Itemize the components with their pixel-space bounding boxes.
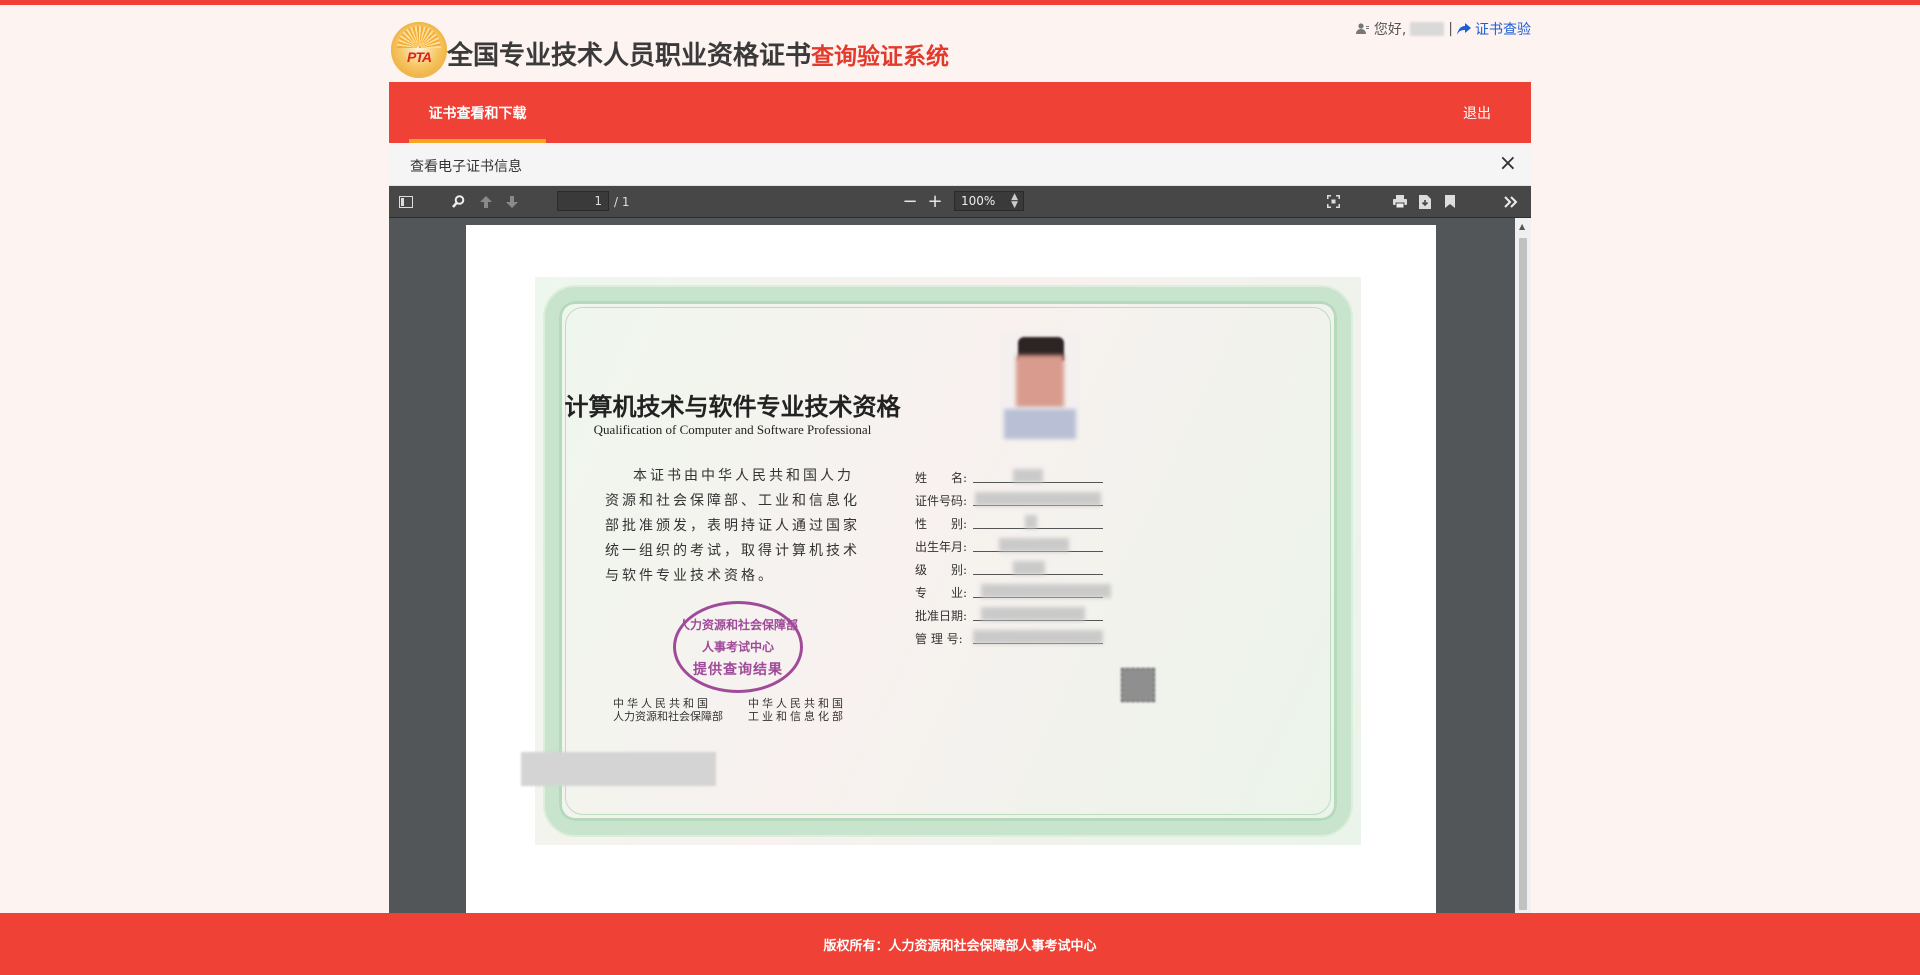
pdf-toolbar: 1 / 1 − + 100% ▲ ▼ — [389, 186, 1531, 218]
previous-page-icon[interactable] — [475, 186, 497, 217]
seal-line2: 人事考试中心 — [701, 640, 774, 654]
user-bar: 您好, | 证书查验 — [1355, 19, 1531, 39]
pdf-viewer[interactable]: 计算机技术与软件专业技术资格 Qualification of Computer… — [389, 218, 1531, 913]
logout-button[interactable]: 退出 — [1463, 82, 1491, 143]
close-icon[interactable]: × — [1499, 151, 1517, 177]
scroll-up-icon[interactable]: ▲ — [1519, 222, 1525, 231]
page-count: / 1 — [614, 194, 630, 209]
share-arrow-icon — [1457, 22, 1471, 35]
certificate-body-text: 本证书由中华人民共和国人力资源和社会保障部、工业和信息化部批准颁发，表明持证人通… — [605, 468, 860, 584]
main-nav: 证书查看和下载 退出 — [389, 82, 1531, 143]
zoom-in-icon[interactable]: + — [924, 186, 946, 217]
zoom-select[interactable]: 100% ▲ ▼ — [954, 191, 1024, 211]
tab-certificate-view-download[interactable]: 证书查看和下载 — [409, 82, 546, 143]
next-page-icon[interactable] — [501, 186, 523, 217]
field-approval-date: 批准日期: — [915, 607, 1103, 625]
chevron-updown-icon: ▲ ▼ — [1011, 192, 1018, 210]
field-id-number: 证件号码: — [915, 492, 1103, 510]
certificate-title-en: Qualification of Computer and Software P… — [593, 422, 872, 437]
copyright-text: 版权所有：人力资源和社会保障部人事考试中心 — [823, 937, 1097, 953]
field-name: 姓 名: — [915, 469, 1103, 487]
user-greeting: 您好, — [1373, 22, 1407, 38]
seal-line3: 提供查询结果 — [693, 662, 783, 678]
redacted-scan-strip — [521, 752, 716, 786]
user-bar-separator: | — [1448, 21, 1453, 37]
user-name-redacted — [1410, 22, 1445, 36]
page-number-input[interactable]: 1 — [557, 191, 609, 211]
verify-certificate-link[interactable]: 证书查验 — [1475, 19, 1531, 39]
site-title-main: 全国专业技术人员职业资格证书 — [447, 40, 812, 70]
issuer-left-line2: 人力资源和社会保障部 — [613, 710, 723, 723]
seal-line1: 人力资源和社会保障部 — [677, 618, 798, 632]
panel-title: 查看电子证书信息 — [410, 159, 522, 175]
print-icon[interactable] — [1389, 186, 1411, 217]
field-specialty: 专 业: — [915, 584, 1111, 602]
viewer-scrollbar[interactable]: ▲ — [1515, 218, 1531, 913]
issuer-left-line1: 中华人民共和国 — [613, 697, 711, 710]
logo-rays — [397, 26, 441, 48]
issuer-right-line2: 工业和信息化部 — [748, 710, 846, 723]
issuer-right: 中华人民共和国 工业和信息化部 — [748, 697, 846, 723]
site-footer: 版权所有：人力资源和社会保障部人事考试中心 — [0, 913, 1920, 975]
pta-logo: PTA — [391, 22, 447, 78]
download-icon[interactable] — [1414, 186, 1436, 217]
site-header: PTA 全国专业技术人员职业资格证书查询验证系统 您好, | 证书查验 — [389, 5, 1531, 82]
user-icon — [1355, 23, 1369, 34]
pdf-page: 计算机技术与软件专业技术资格 Qualification of Computer… — [466, 225, 1436, 913]
fullscreen-icon[interactable] — [1322, 186, 1344, 217]
scrollbar-thumb[interactable] — [1519, 238, 1527, 910]
bookmark-icon[interactable] — [1439, 186, 1461, 217]
search-icon[interactable] — [447, 186, 469, 217]
official-seal: 人力资源和社会保障部 人事考试中心 提供查询结果 — [673, 601, 803, 693]
field-management-number: 管 理 号: — [915, 630, 1103, 648]
site-title: 全国专业技术人员职业资格证书查询验证系统 — [447, 35, 949, 72]
field-gender: 性 别: — [915, 515, 1103, 533]
certificate-title: 计算机技术与软件专业技术资格 — [564, 392, 901, 421]
qr-code-redacted — [1121, 668, 1155, 702]
site-title-sub: 查询验证系统 — [811, 43, 950, 69]
logo-text: PTA — [407, 49, 432, 65]
more-tools-icon[interactable] — [1499, 186, 1523, 217]
holder-photo-redacted — [1000, 331, 1080, 439]
issuer-left: 中华人民共和国 人力资源和社会保障部 — [613, 697, 723, 723]
issuer-right-line1: 中华人民共和国 — [748, 697, 846, 710]
zoom-out-icon[interactable]: − — [899, 186, 921, 217]
zoom-value: 100% — [961, 194, 996, 208]
panel-header: 查看电子证书信息 × — [389, 145, 1531, 186]
sidebar-toggle-icon[interactable] — [395, 186, 417, 217]
field-level: 级 别: — [915, 561, 1103, 579]
field-birth-date: 出生年月: — [915, 538, 1103, 556]
